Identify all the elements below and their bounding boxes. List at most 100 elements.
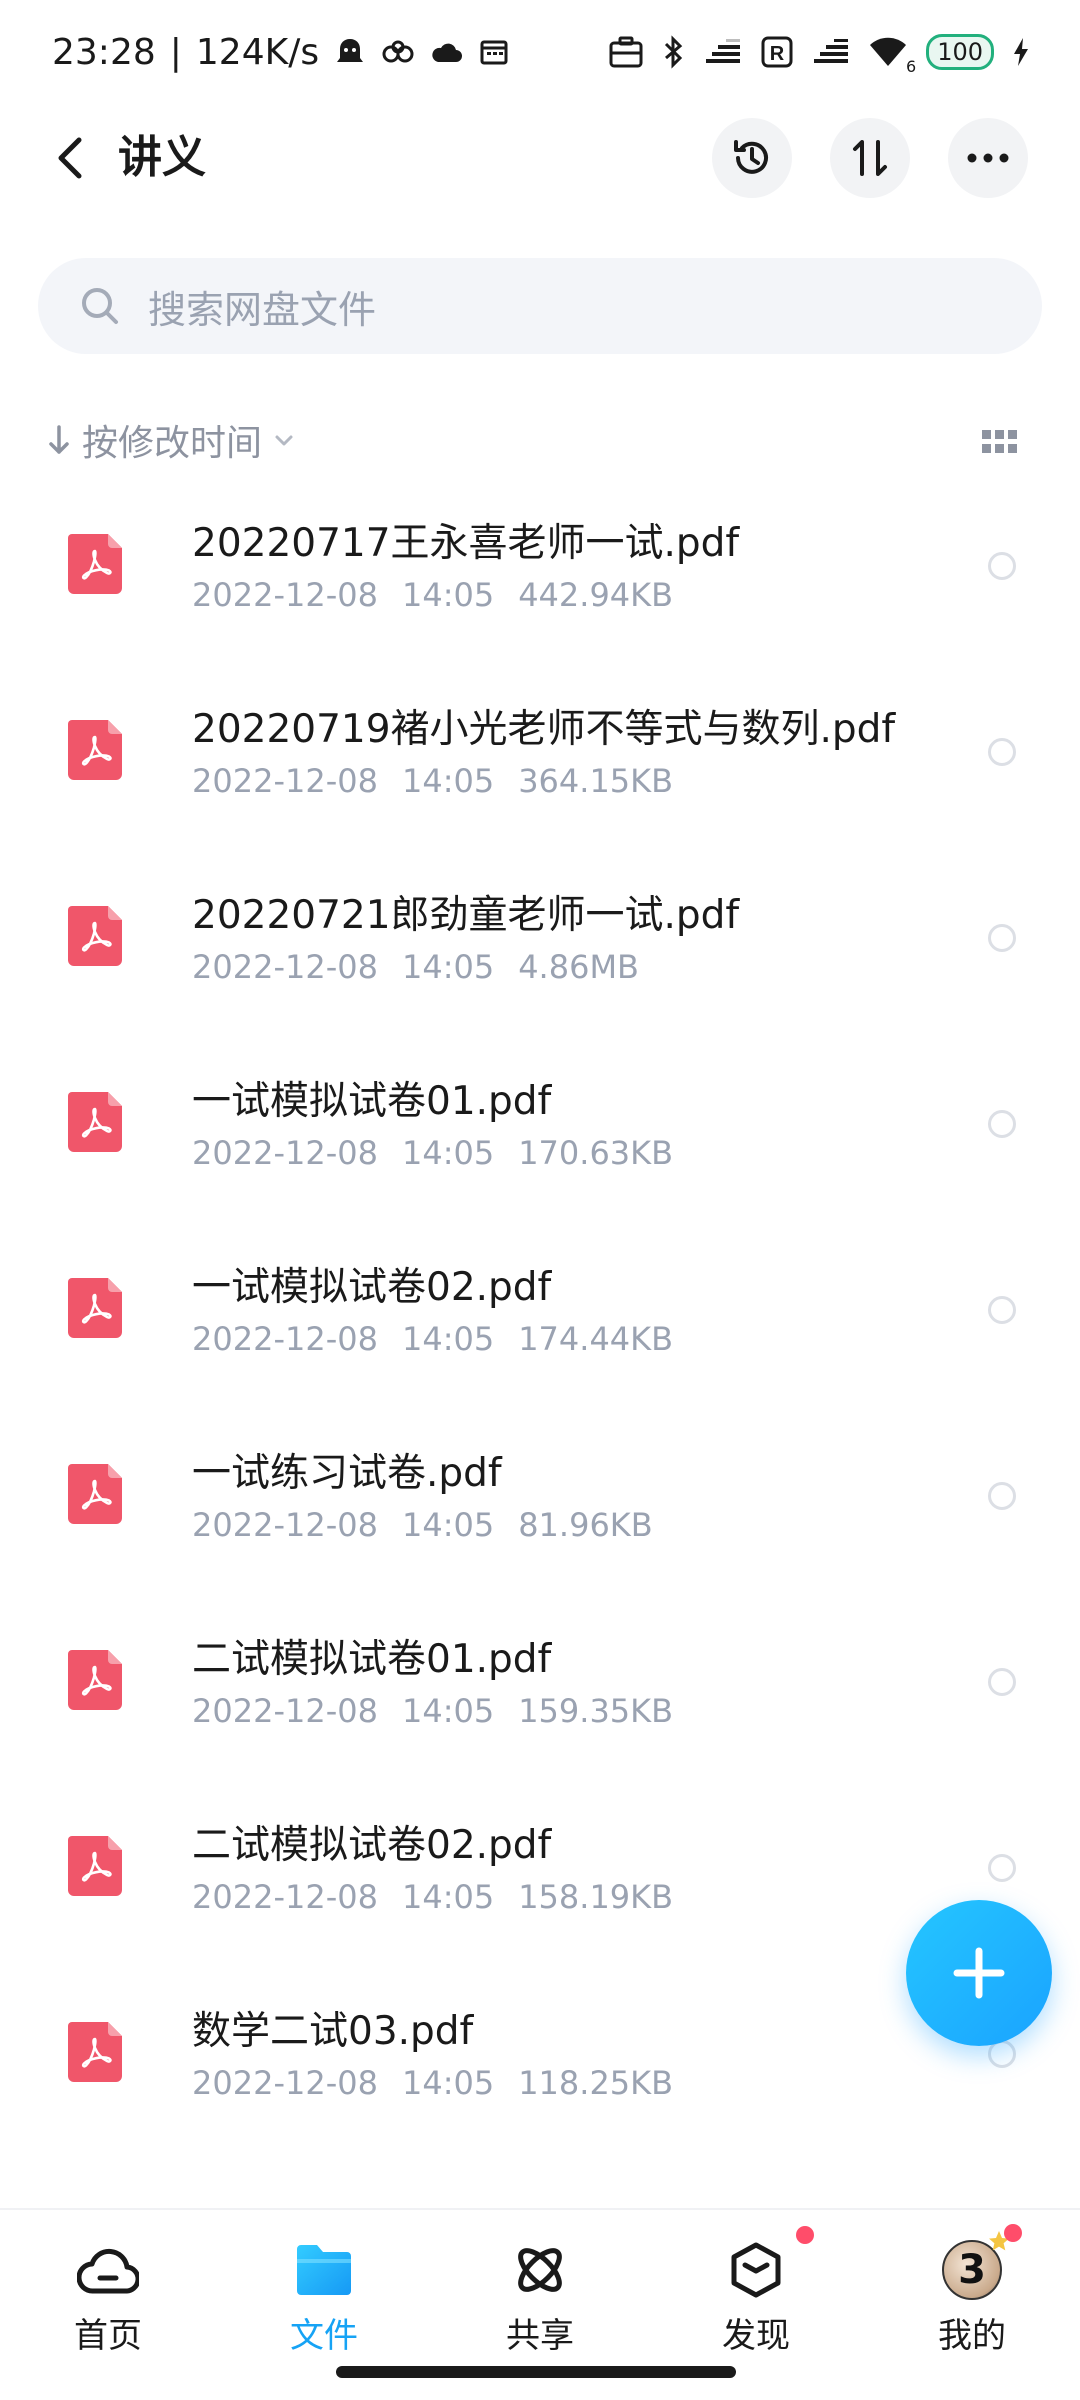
atom-icon: [508, 2238, 572, 2302]
file-select-checkbox[interactable]: [988, 1482, 1016, 1510]
signal-icon: [704, 34, 742, 70]
search-icon: [78, 284, 122, 328]
briefcase-icon: [608, 34, 644, 70]
nav-item-home[interactable]: 首页: [0, 2210, 216, 2360]
file-row[interactable]: 20220717王永喜老师一试.pdf 2022-12-08 14:05 442.9…: [0, 494, 1080, 680]
battery-level: 100: [937, 38, 983, 66]
file-name: 一试模拟试卷02.pdf: [192, 1265, 552, 1310]
file-time: 14:05: [401, 1692, 495, 1730]
nav-item-me[interactable]: 3 我的: [864, 2210, 1080, 2360]
more-button[interactable]: [948, 118, 1028, 198]
status-separator: |: [169, 31, 182, 73]
back-button[interactable]: [38, 126, 102, 190]
pdf-file-icon: [68, 1278, 122, 1338]
avatar-wrapper: 3: [940, 2224, 1022, 2302]
file-time: 14:05: [401, 1878, 495, 1916]
file-select-checkbox[interactable]: [988, 1110, 1016, 1138]
pdf-file-icon: [68, 906, 122, 966]
file-select-checkbox[interactable]: [988, 552, 1016, 580]
history-button[interactable]: [712, 118, 792, 198]
file-time: 14:05: [401, 1320, 495, 1358]
cloud-icon: [429, 35, 463, 69]
file-date: 2022-12-08: [192, 1320, 378, 1358]
sort-transfer-icon: [853, 140, 887, 176]
search-input[interactable]: 搜索网盘文件: [38, 258, 1042, 354]
nav-item-discover[interactable]: 发现: [648, 2210, 864, 2360]
status-network-speed: 124K/s: [195, 31, 320, 73]
file-select-checkbox[interactable]: [988, 738, 1016, 766]
file-name: 二试模拟试卷02.pdf: [192, 1823, 552, 1868]
file-date: 2022-12-08: [192, 1692, 378, 1730]
file-meta: 2022-12-08 14:05 158.19KB: [192, 1878, 697, 1916]
wifi-icon: 6: [868, 34, 916, 76]
file-name: 二试模拟试卷01.pdf: [192, 1637, 552, 1682]
signal-icon: [812, 34, 850, 70]
file-select-checkbox[interactable]: [988, 1296, 1016, 1324]
file-date: 2022-12-08: [192, 1878, 378, 1916]
plus-icon: [953, 1947, 1005, 1999]
nav-label: 首页: [74, 2316, 142, 2356]
file-time: 14:05: [401, 762, 495, 800]
file-size: 158.19KB: [518, 1878, 674, 1916]
wifi-sub-label: 6: [906, 57, 917, 76]
file-row[interactable]: 20220721郎劲童老师一试.pdf 2022-12-08 14:05 4.86M…: [0, 866, 1080, 1052]
file-select-checkbox[interactable]: [988, 1854, 1016, 1882]
file-size: 442.94KB: [518, 576, 674, 614]
file-meta: 2022-12-08 14:05 159.35KB: [192, 1692, 697, 1730]
nav-label: 发现: [722, 2316, 790, 2356]
file-date: 2022-12-08: [192, 1134, 378, 1172]
history-icon: [734, 140, 768, 174]
file-name: 一试练习试卷.pdf: [192, 1451, 502, 1496]
page-title: 讲义: [118, 132, 206, 183]
file-time: 14:05: [401, 948, 495, 986]
nav-label: 我的: [938, 2316, 1006, 2356]
file-size: 159.35KB: [518, 1692, 674, 1730]
nav-label: 文件: [290, 2316, 358, 2356]
add-button[interactable]: [906, 1900, 1052, 2046]
file-size: 4.86MB: [518, 948, 639, 986]
file-meta: 2022-12-08 14:05 118.25KB: [192, 2064, 697, 2102]
sort-button[interactable]: 按修改时间: [48, 404, 294, 476]
arrow-down-icon: [49, 425, 69, 454]
notification-dot: [796, 2226, 814, 2244]
bluetooth-icon: [662, 34, 686, 70]
svg-text:R: R: [770, 43, 785, 65]
file-row[interactable]: 20220719褚小光老师不等式与数列.pdf 2022-12-08 14:05 3…: [0, 680, 1080, 866]
file-row[interactable]: 一试练习试卷.pdf 2022-12-08 14:05 81.96KB: [0, 1424, 1080, 1610]
file-name: 20220717王永喜老师一试.pdf: [192, 521, 740, 566]
cloud-home-icon: [76, 2238, 140, 2302]
file-row[interactable]: 二试模拟试卷01.pdf 2022-12-08 14:05 159.35KB: [0, 1610, 1080, 1796]
file-meta: 2022-12-08 14:05 81.96KB: [192, 1506, 677, 1544]
file-time: 14:05: [401, 1134, 495, 1172]
file-size: 81.96KB: [518, 1506, 653, 1544]
status-bar: 23:28 | 124K/s R 6 100: [0, 0, 1080, 104]
file-date: 2022-12-08: [192, 762, 378, 800]
grid-view-toggle[interactable]: [980, 422, 1020, 462]
pdf-file-icon: [68, 720, 122, 780]
sort-label: 按修改时间: [82, 423, 263, 464]
file-meta: 2022-12-08 14:05 174.44KB: [192, 1320, 697, 1358]
notification-dot: [1004, 2224, 1022, 2242]
calendar-icon: [477, 35, 511, 69]
pdf-file-icon: [68, 1092, 122, 1152]
file-name: 一试模拟试卷01.pdf: [192, 1079, 552, 1124]
r-icon: R: [760, 34, 794, 70]
nav-item-files[interactable]: 文件: [216, 2210, 432, 2360]
bell-icon: [333, 35, 367, 69]
file-meta: 2022-12-08 14:05 4.86MB: [192, 948, 663, 986]
file-size: 118.25KB: [518, 2064, 674, 2102]
nav-item-share[interactable]: 共享: [432, 2210, 648, 2360]
file-date: 2022-12-08: [192, 948, 378, 986]
status-left: 23:28 | 124K/s: [52, 32, 511, 73]
file-time: 14:05: [401, 1506, 495, 1544]
file-meta: 2022-12-08 14:05 364.15KB: [192, 762, 697, 800]
file-name: 20220719褚小光老师不等式与数列.pdf: [192, 707, 896, 752]
home-indicator: [336, 2366, 736, 2378]
status-right: R 6 100: [608, 34, 1030, 76]
file-select-checkbox[interactable]: [988, 1668, 1016, 1696]
pdf-file-icon: [68, 1464, 122, 1524]
transfer-button[interactable]: [830, 118, 910, 198]
file-row[interactable]: 一试模拟试卷01.pdf 2022-12-08 14:05 170.63KB: [0, 1052, 1080, 1238]
file-row[interactable]: 一试模拟试卷02.pdf 2022-12-08 14:05 174.44KB: [0, 1238, 1080, 1424]
file-select-checkbox[interactable]: [988, 924, 1016, 952]
